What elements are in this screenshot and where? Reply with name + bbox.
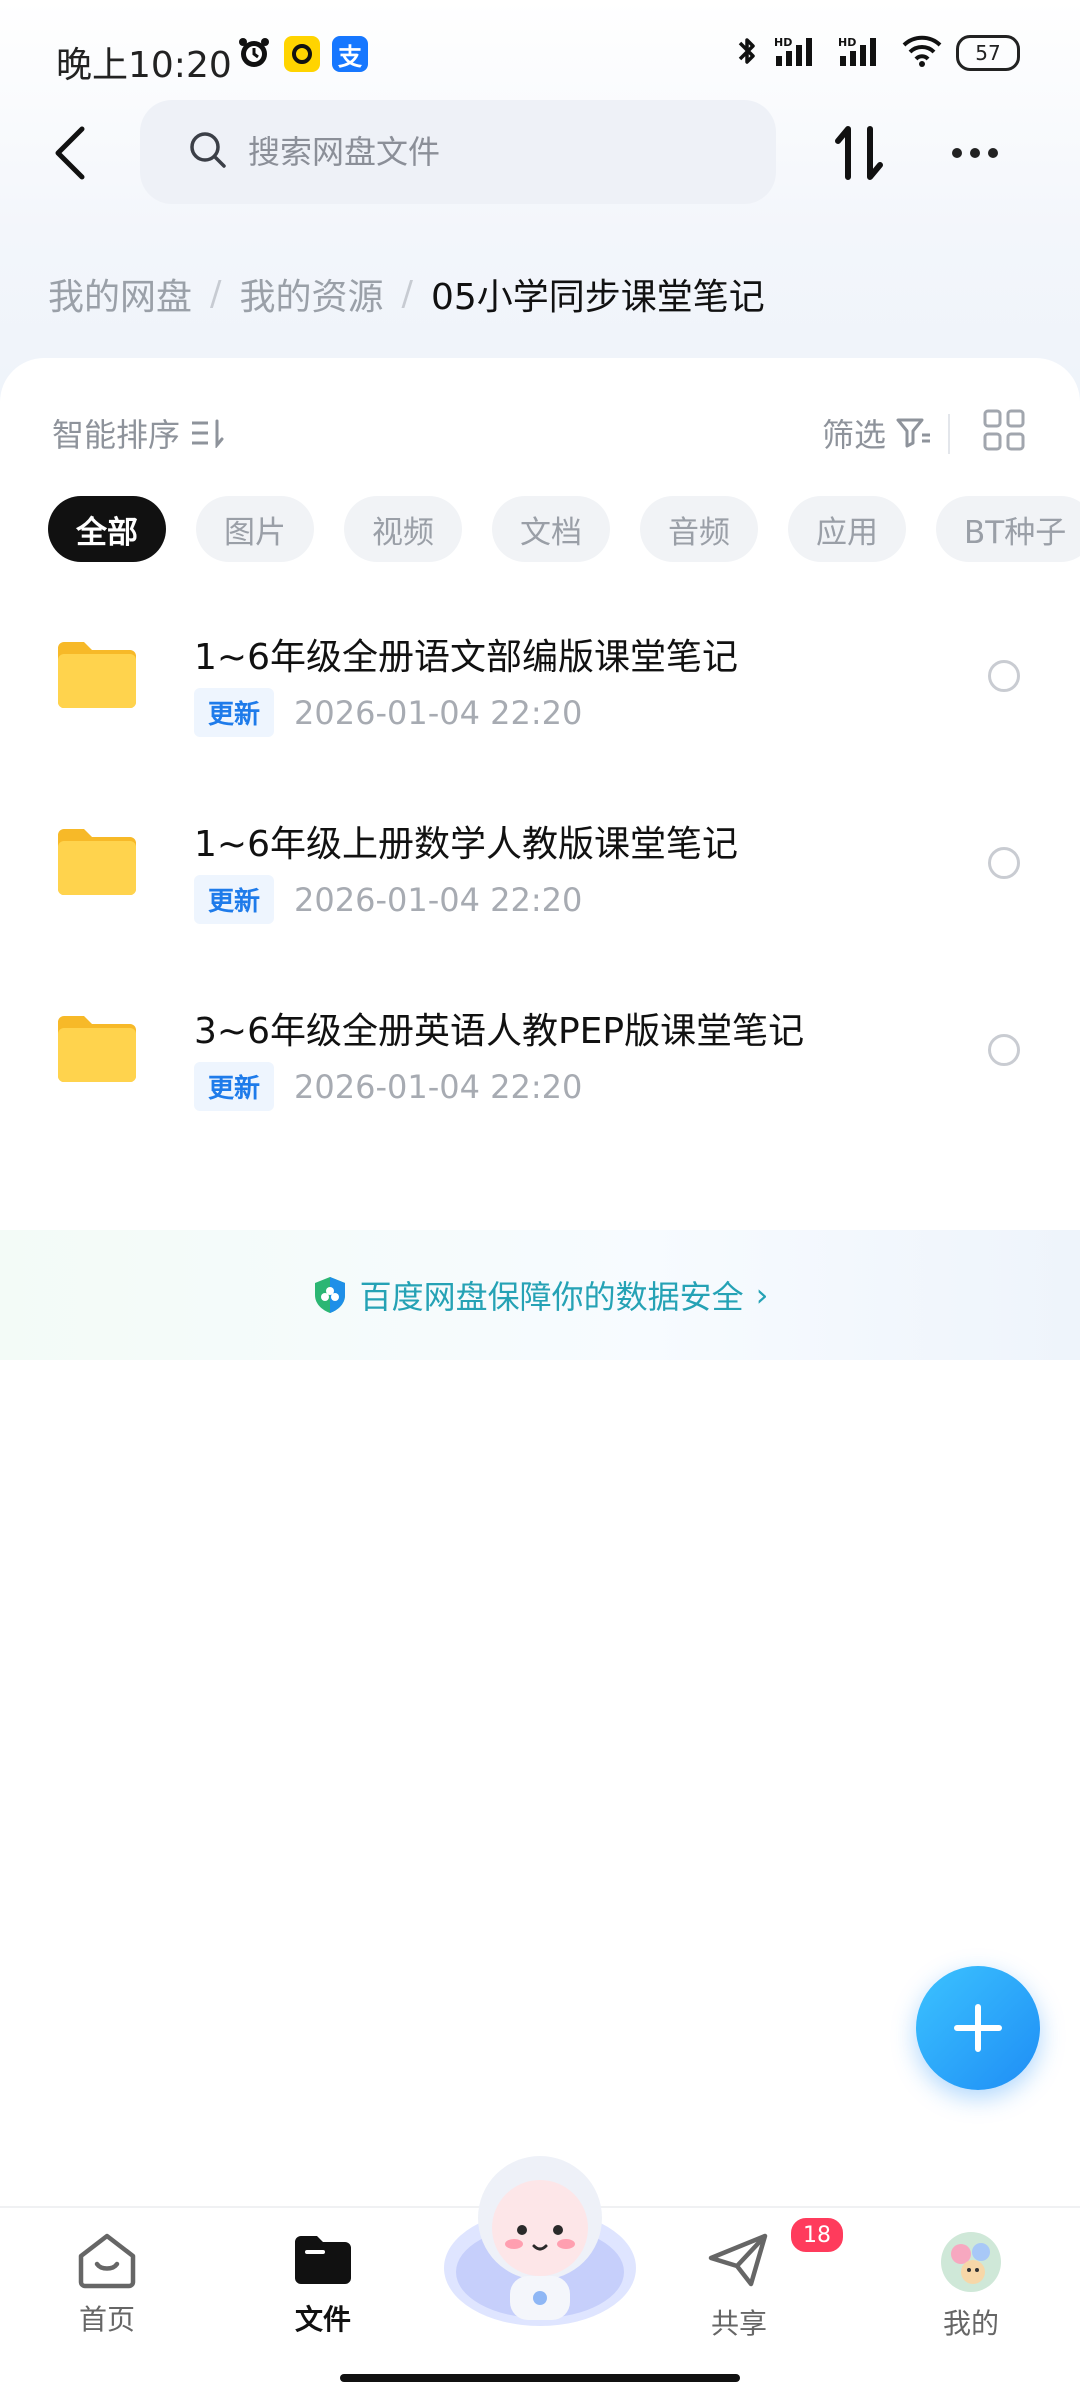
home-indicator (340, 2374, 740, 2382)
filter-icon (896, 418, 930, 448)
smart-sort-button[interactable]: 智能排序 (52, 410, 224, 456)
search-input[interactable] (246, 132, 730, 172)
select-radio[interactable] (988, 1034, 1020, 1066)
more-dot-icon (970, 148, 980, 158)
back-button[interactable] (40, 118, 100, 188)
nav-home[interactable]: 首页 (32, 2230, 182, 2338)
search-bar[interactable] (140, 100, 776, 204)
status-time: 晚上10:20 (56, 45, 232, 86)
breadcrumb-item-my-resources[interactable]: 我的资源 (239, 268, 383, 320)
alipay-icon: 支 (332, 36, 368, 72)
nav-me[interactable]: 我的 (896, 2230, 1046, 2342)
file-name: 1~6年级全册语文部编版课堂笔记 (194, 637, 738, 678)
signal-hd-1-icon: HD (774, 34, 824, 72)
file-date: 2026-01-04 22:20 (294, 1067, 583, 1106)
update-badge: 更新 (194, 688, 275, 737)
transfer-sort-button[interactable] (824, 118, 894, 188)
chip-apps[interactable]: 应用 (788, 496, 906, 562)
signal-hd-2-icon: HD (838, 34, 888, 72)
select-radio[interactable] (988, 847, 1020, 879)
file-meta: 更新 2026-01-04 22:20 (194, 1062, 582, 1111)
toolbar-divider (948, 414, 950, 454)
share-icon-wrap: 18 (707, 2216, 845, 2294)
bluetooth-icon (734, 34, 760, 72)
breadcrumb-item-current: 05小学同步课堂笔记 (430, 277, 765, 318)
svg-text:HD: HD (774, 36, 792, 49)
battery-icon: 57 (956, 35, 1020, 71)
bottom-navigation: 首页 文件 18 共享 我的 (0, 2156, 1080, 2402)
file-meta: 更新 2026-01-04 22:20 (194, 688, 582, 737)
assistant-mascot-button[interactable] (440, 2148, 640, 2328)
update-badge: 更新 (194, 1062, 275, 1111)
filter-label: 筛选 (821, 416, 886, 454)
nav-label: 共享 (710, 2307, 767, 2340)
avatar (941, 2232, 1001, 2292)
home-icon (78, 2233, 136, 2289)
update-badge: 更新 (194, 875, 275, 924)
file-name: 1~6年级上册数学人教版课堂笔记 (194, 824, 738, 865)
grid-view-button[interactable] (982, 408, 1032, 458)
list-toolbar: 智能排序 筛选 (52, 408, 1032, 460)
folder-icon (58, 829, 136, 895)
folder-filled-icon (295, 2236, 351, 2284)
file-list-card: 智能排序 筛选 全部 图片 视频 文档 音频 应用 BT种子 1~6年级全册语文… (0, 358, 1080, 2378)
chip-videos[interactable]: 视频 (344, 496, 462, 562)
paper-plane-icon (708, 2233, 768, 2287)
search-icon (188, 130, 228, 174)
notification-badge: 18 (789, 2216, 845, 2254)
breadcrumb-separator: / (210, 274, 222, 314)
file-name: 3~6年级全册英语人教PEP版课堂笔记 (194, 1011, 805, 1052)
safety-text: 百度网盘保障你的数据安全 (359, 1278, 744, 1316)
chip-audio[interactable]: 音频 (640, 496, 758, 562)
select-radio[interactable] (988, 660, 1020, 692)
mascot-icon (444, 2156, 636, 2326)
more-dot-icon (988, 148, 998, 158)
alarm-icon (236, 34, 272, 74)
plus-icon (954, 2004, 1002, 2052)
file-row[interactable]: 3~6年级全册英语人教PEP版课堂笔记 更新 2026-01-04 22:20 (0, 982, 1080, 1132)
chip-bt-torrent[interactable]: BT种子 (936, 496, 1080, 562)
chevron-right-icon: › (755, 1276, 769, 1314)
app-o-icon (284, 36, 320, 72)
data-safety-banner[interactable]: 百度网盘保障你的数据安全 › (0, 1230, 1080, 1360)
nav-label: 我的 (942, 2307, 999, 2340)
breadcrumb-item-my-drive[interactable]: 我的网盘 (48, 268, 192, 320)
sort-label: 智能排序 (52, 416, 181, 454)
more-dot-icon (952, 148, 962, 158)
chip-all[interactable]: 全部 (48, 496, 166, 562)
sort-order-icon (192, 419, 224, 448)
nav-files[interactable]: 文件 (248, 2230, 398, 2338)
wifi-icon (902, 35, 942, 71)
category-chips: 全部 图片 视频 文档 音频 应用 BT种子 (48, 496, 1080, 562)
grid-view-icon (983, 409, 1025, 451)
file-date: 2026-01-04 22:20 (294, 693, 583, 732)
shield-icon (314, 1277, 345, 1313)
nav-share[interactable]: 18 共享 (664, 2216, 845, 2342)
chip-images[interactable]: 图片 (196, 496, 314, 562)
nav-label: 首页 (78, 2303, 135, 2336)
file-date: 2026-01-04 22:20 (294, 880, 583, 919)
status-app-icons: 支 (236, 34, 368, 74)
status-system-icons: HD HD 57 (734, 34, 1020, 72)
more-options-button[interactable] (940, 118, 1010, 188)
nav-label: 文件 (294, 2303, 351, 2336)
transfer-arrows-icon (835, 126, 883, 180)
add-button[interactable] (916, 1966, 1040, 2090)
chip-documents[interactable]: 文档 (492, 496, 610, 562)
file-meta: 更新 2026-01-04 22:20 (194, 875, 582, 924)
file-row[interactable]: 1~6年级全册语文部编版课堂笔记 更新 2026-01-04 22:20 (0, 608, 1080, 758)
folder-icon (58, 642, 136, 708)
breadcrumb: 我的网盘 / 我的资源 / 05小学同步课堂笔记 (48, 268, 765, 320)
folder-icon (58, 1016, 136, 1082)
filter-button[interactable]: 筛选 (822, 410, 932, 456)
breadcrumb-separator: / (401, 274, 413, 314)
svg-text:HD: HD (838, 36, 856, 49)
file-row[interactable]: 1~6年级上册数学人教版课堂笔记 更新 2026-01-04 22:20 (0, 795, 1080, 945)
chevron-left-icon (55, 126, 85, 180)
status-bar: 晚上10:20 支 HD HD 57 (0, 0, 1080, 110)
